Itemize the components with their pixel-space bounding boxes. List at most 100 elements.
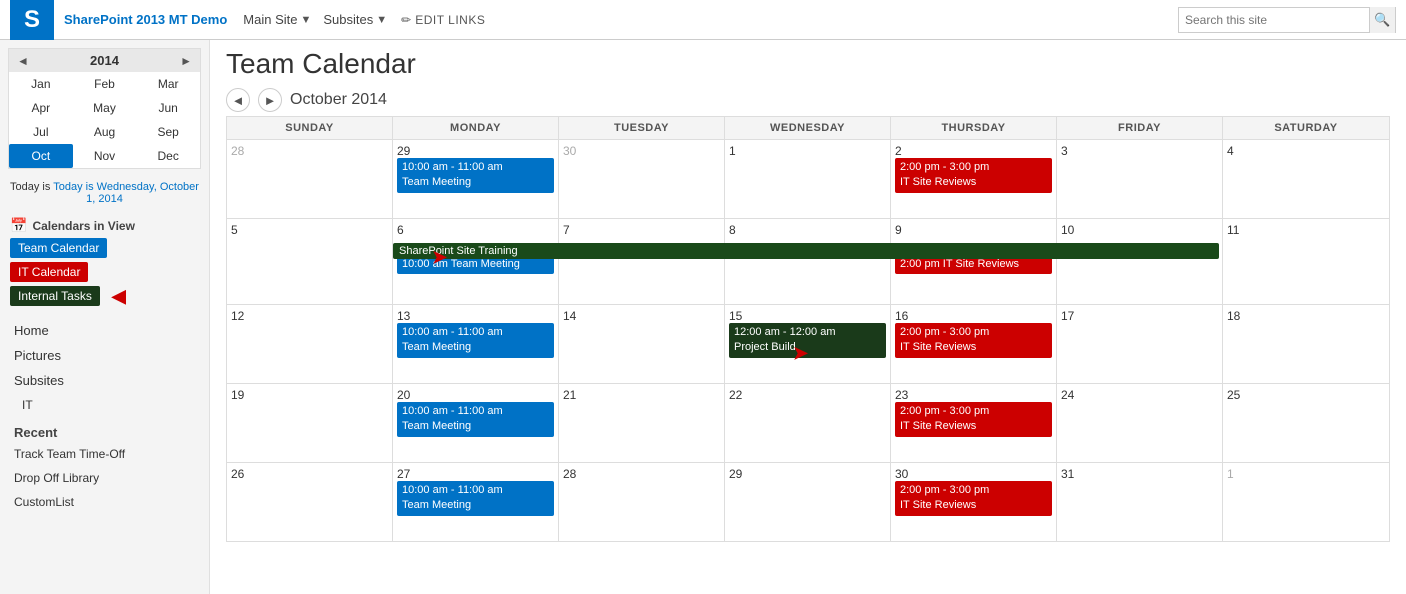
table-row: 29 <box>725 463 891 541</box>
table-row: 31 <box>1057 463 1223 541</box>
table-row: 30 2:00 pm - 3:00 pmIT Site Reviews <box>891 463 1057 541</box>
cal-date: 10 <box>1061 223 1218 237</box>
mini-cal-prev-btn[interactable]: ◄ <box>17 54 29 68</box>
list-item[interactable]: 10:00 am - 11:00 amTeam Meeting <box>397 402 554 437</box>
cal-date: 23 <box>895 388 1052 402</box>
table-row: 18 <box>1223 305 1389 383</box>
today-link[interactable]: Today is Wednesday, October 1, 2014 <box>53 181 199 205</box>
week-2-days: 5 6 10:00 am Team Meeting 7 8 9 <box>227 219 1389 304</box>
team-calendar-badge[interactable]: Team Calendar <box>10 238 107 258</box>
page-header: Team Calendar <box>210 40 1406 84</box>
sidebar-it-link[interactable]: IT <box>0 393 209 417</box>
mini-cal-sep[interactable]: Sep <box>136 120 200 144</box>
cal-date: 30 <box>895 467 1052 481</box>
mini-cal-oct[interactable]: Oct <box>9 144 73 168</box>
table-row: 16 2:00 pm - 3:00 pmIT Site Reviews <box>891 305 1057 383</box>
main-site-link[interactable]: Main Site <box>243 12 297 27</box>
mini-cal-jan[interactable]: Jan <box>9 72 73 96</box>
sidebar-subsites-link[interactable]: Subsites <box>0 368 209 393</box>
search-button[interactable]: 🔍 <box>1369 7 1395 33</box>
sidebar-recent-label: Recent <box>0 417 209 442</box>
mini-cal-feb[interactable]: Feb <box>73 72 137 96</box>
edit-links-label[interactable]: EDIT LINKS <box>415 13 485 27</box>
mini-cal-grid: Jan Feb Mar Apr May Jun Jul Aug Sep Oct … <box>9 72 200 168</box>
sidebar-dropoff-link[interactable]: Drop Off Library <box>0 466 209 490</box>
table-row: 29 10:00 am - 11:00 amTeam Meeting <box>393 140 559 218</box>
sidebar-home-link[interactable]: Home <box>0 318 209 343</box>
table-row: 27 10:00 am - 11:00 amTeam Meeting <box>393 463 559 541</box>
subsites-dropdown-icon[interactable]: ▼ <box>376 14 387 26</box>
cal-date: 8 <box>729 223 886 237</box>
cal-date: 11 <box>1227 223 1385 237</box>
table-row: 7 <box>559 219 725 304</box>
search-input[interactable] <box>1179 13 1369 27</box>
cal-next-btn[interactable]: ► <box>258 88 282 112</box>
internal-tasks-badge[interactable]: Internal Tasks <box>10 286 100 306</box>
table-row: 25 <box>1223 384 1389 462</box>
table-row: 1 <box>725 140 891 218</box>
table-row: 21 <box>559 384 725 462</box>
list-item[interactable]: 10:00 am - 11:00 amTeam Meeting <box>397 158 554 193</box>
spanning-event-row: SharePoint Site Training <box>227 243 1389 259</box>
list-item[interactable]: 10:00 am - 11:00 amTeam Meeting <box>397 481 554 516</box>
table-row: 6 10:00 am Team Meeting <box>393 219 559 304</box>
cal-date: 25 <box>1227 388 1385 402</box>
cal-date: 31 <box>1061 467 1218 481</box>
logo-s-icon: S <box>24 6 40 34</box>
mini-cal-apr[interactable]: Apr <box>9 96 73 120</box>
cal-date: 29 <box>729 467 886 481</box>
list-item[interactable]: 2:00 pm - 3:00 pmIT Site Reviews <box>895 402 1052 437</box>
brand-link[interactable]: SharePoint 2013 MT Demo <box>64 12 227 27</box>
cal-date: 14 <box>563 309 720 323</box>
calendar-header: SUNDAY MONDAY TUESDAY WEDNESDAY THURSDAY… <box>227 117 1389 140</box>
mini-cal-aug[interactable]: Aug <box>73 120 137 144</box>
cal-header-saturday: SATURDAY <box>1223 117 1389 139</box>
cal-date: 2 <box>895 144 1052 158</box>
list-item[interactable]: 2:00 pm - 3:00 pmIT Site Reviews <box>895 323 1052 358</box>
calendar-section-icon: 📅 <box>10 217 27 234</box>
cal-date: 12 <box>231 309 388 323</box>
mini-cal-header: ◄ 2014 ► <box>9 49 200 72</box>
cal-date: 1 <box>1227 467 1385 481</box>
mini-cal-dec[interactable]: Dec <box>136 144 200 168</box>
calendars-in-view-section: 📅 Calendars in View <box>0 211 209 236</box>
table-row: 5 <box>227 219 393 304</box>
table-row: 20 10:00 am - 11:00 amTeam Meeting <box>393 384 559 462</box>
sharepoint-training-event[interactable]: SharePoint Site Training <box>393 243 1219 259</box>
internal-tasks-badge-row: Internal Tasks ◀ <box>0 284 209 308</box>
calendar-week-1: 28 29 10:00 am - 11:00 amTeam Meeting 30… <box>227 140 1389 219</box>
list-item[interactable]: 2:00 pm - 3:00 pmIT Site Reviews <box>895 158 1052 193</box>
page-content: Team Calendar ◄ ► October 2014 SUNDAY MO… <box>210 40 1406 594</box>
cal-header-friday: FRIDAY <box>1057 117 1223 139</box>
sidebar: ◄ 2014 ► Jan Feb Mar Apr May Jun Jul Aug… <box>0 40 210 594</box>
sidebar-customlist-link[interactable]: CustomList <box>0 490 209 514</box>
subsites-link[interactable]: Subsites <box>323 12 373 27</box>
cal-date: 9 <box>895 223 1052 237</box>
cal-date: 29 <box>397 144 554 158</box>
it-calendar-badge[interactable]: IT Calendar <box>10 262 88 282</box>
mini-cal-jun[interactable]: Jun <box>136 96 200 120</box>
main-site-dropdown-icon[interactable]: ▼ <box>300 14 311 26</box>
mini-cal-mar[interactable]: Mar <box>136 72 200 96</box>
list-item[interactable]: 10:00 am - 11:00 amTeam Meeting <box>397 323 554 358</box>
week2-arrow: ➤ <box>432 247 447 268</box>
mini-cal-jul[interactable]: Jul <box>9 120 73 144</box>
main-layout: ◄ 2014 ► Jan Feb Mar Apr May Jun Jul Aug… <box>0 40 1406 594</box>
cal-date: 7 <box>563 223 720 237</box>
mini-cal-may[interactable]: May <box>73 96 137 120</box>
cal-date: 3 <box>1061 144 1218 158</box>
week3-arrow: ➤ <box>793 343 808 364</box>
cal-date: 18 <box>1227 309 1385 323</box>
table-row: 9 2:00 pm IT Site Reviews <box>891 219 1057 304</box>
cal-date: 24 <box>1061 388 1218 402</box>
mini-cal-next-btn[interactable]: ► <box>180 54 192 68</box>
cal-header-wednesday: WEDNESDAY <box>725 117 891 139</box>
table-row: 4 <box>1223 140 1389 218</box>
calendar-month-label: October 2014 <box>290 91 387 109</box>
cal-prev-btn[interactable]: ◄ <box>226 88 250 112</box>
table-row: 2 2:00 pm - 3:00 pmIT Site Reviews <box>891 140 1057 218</box>
mini-cal-nov[interactable]: Nov <box>73 144 137 168</box>
list-item[interactable]: 2:00 pm - 3:00 pmIT Site Reviews <box>895 481 1052 516</box>
sidebar-track-link[interactable]: Track Team Time-Off <box>0 442 209 466</box>
sidebar-pictures-link[interactable]: Pictures <box>0 343 209 368</box>
